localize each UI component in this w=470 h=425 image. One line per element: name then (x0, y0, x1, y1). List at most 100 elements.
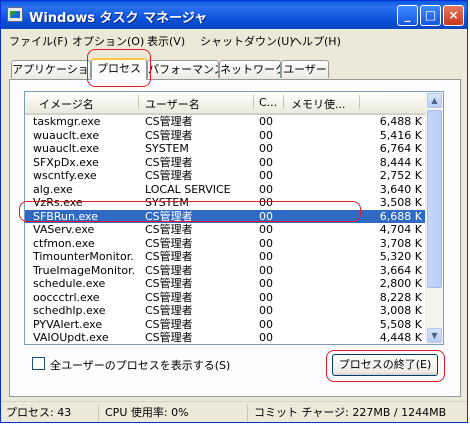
column-divider[interactable] (283, 95, 284, 109)
show-all-users-label[interactable]: 全ユーザーのプロセスを表示する(S) (50, 357, 230, 373)
tab-network[interactable]: ネットワーク (219, 60, 281, 78)
table-row[interactable]: ooccctrl.exe CS管理者 00 8,228 K (25, 291, 428, 305)
tab-processes[interactable]: プロセス (91, 58, 147, 80)
process-cpu: 00 (259, 128, 273, 142)
table-row[interactable]: alg.exe LOCAL SERVICE 00 3,640 K (25, 183, 428, 197)
process-memory: 3,508 K (379, 196, 422, 209)
table-row[interactable]: SFXpDx.exe CS管理者 00 8,444 K (25, 156, 428, 170)
process-memory: 5,320 K (379, 250, 422, 263)
process-user-name: CS管理者 (145, 115, 193, 128)
process-image-name: schedule.exe (33, 277, 106, 290)
process-user-name: CS管理者 (145, 345, 253, 346)
process-cpu: 00 (259, 142, 273, 155)
process-image-name: SFBRun.exe (33, 209, 98, 223)
column-header-cpu[interactable]: C... (259, 96, 277, 109)
process-image-name: VAIOUpdt.exe (33, 331, 109, 344)
process-memory: 6,764 K (379, 142, 422, 155)
table-row[interactable]: TrueImageMonitor... CS管理者 00 3,664 K (25, 264, 428, 278)
process-cpu: 00 (259, 196, 273, 209)
table-row[interactable]: wuauclt.exe SYSTEM 00 6,764 K (25, 142, 428, 156)
process-image-name: TrueImageMonitor... (33, 263, 135, 277)
column-header-user[interactable]: ユーザー名 (145, 96, 200, 112)
process-memory: 8,228 K (379, 290, 422, 304)
process-image-name: wscntfy.exe (33, 169, 97, 182)
column-divider[interactable] (253, 95, 254, 109)
process-user-name: CS管理者 (145, 169, 193, 182)
menu-file[interactable]: ファイル(F) (9, 33, 68, 49)
process-image-name: schedhlp.exe (33, 304, 106, 317)
table-row[interactable]: PYVAlert.exe CS管理者 00 5,508 K (25, 318, 428, 332)
process-user-name: CS管理者 (145, 155, 193, 169)
process-memory: 2,356 K (352, 345, 422, 346)
title-bar[interactable]: Windows タスク マネージャ _ □ × (1, 1, 467, 29)
scroll-up-icon[interactable]: ▲ (427, 93, 442, 108)
status-process-count: プロセス: 43 (3, 405, 99, 421)
process-memory: 3,640 K (379, 182, 422, 196)
process-image-name: wuauclt.exe (33, 142, 100, 155)
process-memory: 4,448 K (379, 331, 422, 344)
process-rows: taskmgr.exe CS管理者 00 6,488 K wuauclt.exe CS管理… (25, 115, 428, 346)
scroll-thumb[interactable] (427, 110, 442, 288)
task-manager-icon (7, 7, 23, 22)
process-cpu: 00 (259, 155, 273, 169)
table-row[interactable]: taskmgr.exe CS管理者 00 6,488 K (25, 115, 428, 129)
process-image-name: SFXpDx.exe (33, 155, 99, 169)
process-cpu: 00 (259, 115, 273, 128)
process-user-name: SYSTEM (145, 142, 189, 155)
status-bar: プロセス: 43 CPU 使用率: 0% コミット チャージ: 227MB / … (1, 401, 467, 422)
table-row[interactable]: schedhlp.exe CS管理者 00 3,008 K (25, 304, 428, 318)
table-row[interactable]: VAIOUpdt.exe CS管理者 00 4,448 K (25, 331, 428, 344)
process-user-name: LOCAL SERVICE (145, 182, 231, 196)
table-row[interactable]: wuauclt.exe CS管理者 00 5,416 K (25, 129, 428, 143)
show-all-users-checkbox[interactable] (32, 357, 45, 370)
process-cpu: 00 (259, 209, 273, 223)
close-button[interactable]: × (443, 5, 464, 26)
table-row[interactable]: TimounterMonitor... CS管理者 00 5,320 K (25, 250, 428, 264)
process-cpu: 00 (259, 223, 273, 236)
process-memory: 3,664 K (379, 263, 422, 277)
column-divider[interactable] (138, 95, 139, 109)
scroll-down-icon[interactable]: ▼ (427, 328, 442, 343)
task-manager-window: Windows タスク マネージャ _ □ × ファイル(F) オプション(O)… (0, 0, 468, 423)
process-user-name: CS管理者 (145, 331, 193, 344)
table-row[interactable]: ctfmon.exe CS管理者 00 3,708 K (25, 237, 428, 251)
process-memory: 5,416 K (379, 128, 422, 142)
tab-applications[interactable]: アプリケーション (11, 60, 91, 78)
table-row[interactable]: wscntfy.exe CS管理者 00 2,752 K (25, 169, 428, 183)
maximize-button[interactable]: □ (420, 5, 441, 26)
menu-options[interactable]: オプション(O) (72, 33, 144, 49)
minimize-button[interactable]: _ (397, 5, 418, 26)
process-image-name: taskmgr.exe (33, 115, 101, 128)
column-divider[interactable] (359, 95, 360, 109)
process-cpu: 00 (259, 317, 273, 331)
menu-view[interactable]: 表示(V) (147, 33, 185, 49)
tab-performance[interactable]: パフォーマンス (147, 60, 219, 78)
process-memory: 2,752 K (379, 169, 422, 182)
menu-help[interactable]: ヘルプ(H) (291, 33, 341, 49)
process-memory: 3,708 K (379, 236, 422, 250)
process-image-name: IAAnotif.exe (33, 345, 135, 346)
process-cpu: 00 (259, 182, 273, 196)
tab-users[interactable]: ユーザー (281, 60, 329, 78)
process-cpu: 00 (259, 250, 273, 263)
table-row[interactable]: IAAnotif.exe CS管理者 00 2,356 K (25, 345, 428, 346)
process-user-name: CS管理者 (145, 277, 193, 290)
table-row[interactable]: schedule.exe CS管理者 00 2,800 K (25, 277, 428, 291)
process-memory: 6,488 K (379, 115, 422, 128)
process-user-name: CS管理者 (145, 209, 193, 223)
list-header: イメージ名 ユーザー名 C... メモリ使... (25, 92, 428, 115)
menu-shutdown[interactable]: シャットダウン(U) (200, 33, 294, 49)
table-row[interactable]: VAServ.exe CS管理者 00 4,704 K (25, 223, 428, 237)
vertical-scrollbar[interactable]: ▲ ▼ (425, 92, 443, 344)
process-user-name: CS管理者 (145, 236, 193, 250)
process-list[interactable]: イメージ名 ユーザー名 C... メモリ使... taskmgr.exe CS管理… (24, 91, 444, 345)
column-header-image[interactable]: イメージ名 (39, 96, 94, 112)
process-image-name: ctfmon.exe (33, 236, 95, 250)
column-header-memory[interactable]: メモリ使... (291, 96, 346, 112)
table-row[interactable]: VzRs.exe SYSTEM 00 3,508 K (25, 196, 428, 210)
process-cpu: 00 (259, 345, 289, 346)
end-process-button[interactable]: プロセスの終了(E) (332, 354, 438, 376)
table-row[interactable]: SFBRun.exe CS管理者 00 6,688 K (25, 209, 428, 223)
process-cpu: 00 (259, 169, 273, 182)
process-image-name: ooccctrl.exe (33, 290, 100, 304)
